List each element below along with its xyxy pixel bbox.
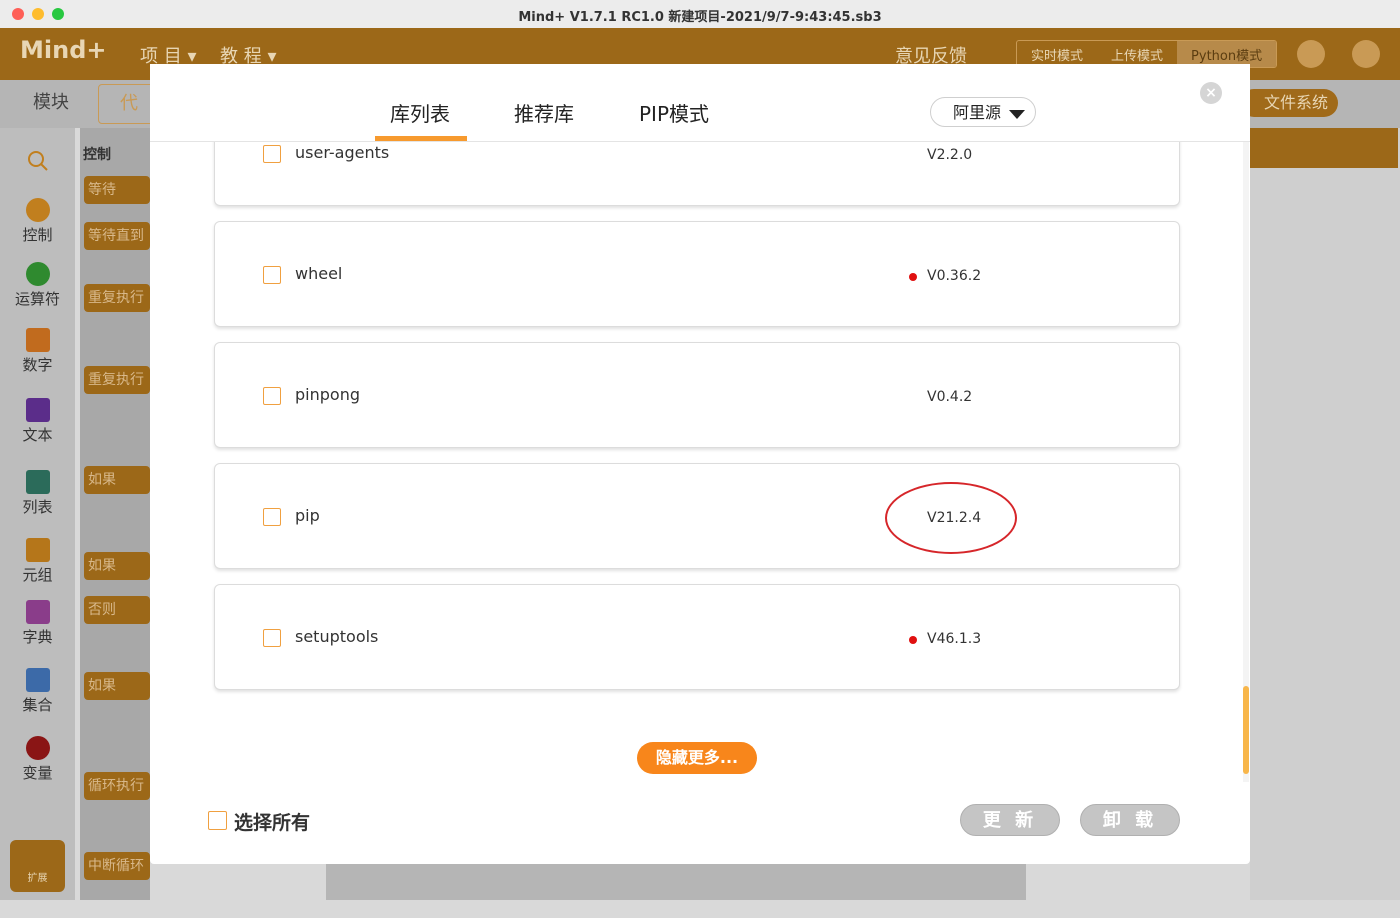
package-list: user-agents V2.2.0 wheel V0.36.2 pinpong V0.4… bbox=[150, 142, 1250, 782]
package-name: pinpong bbox=[295, 385, 360, 404]
category-label: 元组 bbox=[22, 566, 53, 584]
active-tab-indicator bbox=[375, 136, 467, 141]
category-item[interactable]: 列表 bbox=[0, 470, 75, 517]
package-version: V46.1.3 bbox=[927, 631, 982, 647]
right-pane-header bbox=[1250, 128, 1398, 168]
source-value: 阿里源 bbox=[953, 103, 1002, 122]
extension-button[interactable]: 扩展 bbox=[10, 840, 65, 892]
package-name: pip bbox=[295, 506, 320, 525]
palette-block[interactable]: 否则 bbox=[84, 596, 150, 624]
package-name: setuptools bbox=[295, 627, 379, 646]
package-card: user-agents V2.2.0 bbox=[214, 142, 1180, 206]
palette-block[interactable]: 重复执行 bbox=[84, 366, 150, 394]
category-icon bbox=[25, 538, 50, 562]
update-available-dot bbox=[909, 273, 917, 281]
uninstall-button[interactable]: 卸 载 bbox=[1080, 804, 1180, 836]
chevron-down-icon bbox=[1009, 110, 1025, 119]
palette-block[interactable]: 如果 bbox=[84, 552, 150, 580]
select-all-checkbox[interactable] bbox=[208, 811, 227, 830]
window-titlebar: Mind+ V1.7.1 RC1.0 新建项目-2021/9/7-9:43:45… bbox=[0, 0, 1400, 29]
category-icon bbox=[25, 736, 50, 760]
robot-icon[interactable] bbox=[1297, 40, 1325, 68]
category-icon bbox=[25, 668, 50, 692]
package-name: wheel bbox=[295, 264, 343, 283]
category-label: 变量 bbox=[22, 764, 53, 782]
package-card: pip V21.2.4 bbox=[214, 463, 1180, 569]
category-label: 列表 bbox=[22, 498, 53, 516]
category-icon bbox=[25, 198, 50, 222]
package-card: setuptools V46.1.3 bbox=[214, 584, 1180, 690]
category-icon bbox=[25, 398, 50, 422]
library-modal: 库列表 推荐库 PIP模式 阿里源 × user-agents V2.2.0 whe… bbox=[150, 64, 1250, 864]
category-item[interactable]: 文本 bbox=[0, 398, 75, 445]
package-card: pinpong V0.4.2 bbox=[214, 342, 1180, 448]
package-version: V2.2.0 bbox=[927, 147, 973, 163]
category-icon bbox=[25, 262, 50, 286]
palette-block[interactable]: 如果 bbox=[84, 466, 150, 494]
palette-block[interactable]: 循环执行 bbox=[84, 772, 150, 800]
bottom-strip bbox=[326, 864, 1026, 900]
category-label: 数字 bbox=[22, 356, 53, 374]
category-label: 运算符 bbox=[14, 290, 60, 308]
package-checkbox[interactable] bbox=[263, 508, 281, 526]
category-label: 字典 bbox=[22, 628, 53, 646]
package-checkbox[interactable] bbox=[263, 629, 281, 647]
gear-icon[interactable] bbox=[1352, 40, 1380, 68]
package-card: wheel V0.36.2 bbox=[214, 221, 1180, 327]
category-item[interactable]: 控制 bbox=[0, 198, 75, 245]
package-checkbox[interactable] bbox=[263, 145, 281, 163]
app-logo: Mind+ bbox=[20, 36, 107, 64]
category-label: 集合 bbox=[22, 696, 53, 714]
palette-title: 控制 bbox=[83, 147, 111, 163]
file-system-button[interactable]: 文件系统 bbox=[1240, 89, 1338, 117]
package-checkbox[interactable] bbox=[263, 266, 281, 284]
select-all-label: 选择所有 bbox=[234, 812, 311, 834]
palette-block[interactable]: 如果 bbox=[84, 672, 150, 700]
tab-recommended[interactable]: 推荐库 bbox=[514, 98, 574, 127]
highlight-ring bbox=[885, 482, 1017, 554]
category-item[interactable]: 元组 bbox=[0, 538, 75, 585]
palette-block[interactable]: 等待 bbox=[84, 176, 150, 204]
palette-block[interactable]: 中断循环 bbox=[84, 852, 150, 880]
package-version: V0.36.2 bbox=[927, 268, 982, 284]
category-item[interactable]: 数字 bbox=[0, 328, 75, 375]
category-icon bbox=[25, 328, 50, 352]
tab-pip-mode[interactable]: PIP模式 bbox=[639, 98, 709, 127]
category-item[interactable]: 集合 bbox=[0, 668, 75, 715]
update-button[interactable]: 更 新 bbox=[960, 804, 1060, 836]
palette-block[interactable]: 重复执行 bbox=[84, 284, 150, 312]
right-pane bbox=[1250, 128, 1400, 900]
package-version: V0.4.2 bbox=[927, 389, 973, 405]
category-icon bbox=[25, 470, 50, 494]
close-icon[interactable]: × bbox=[1200, 82, 1222, 104]
category-item[interactable]: 运算符 bbox=[0, 262, 75, 309]
palette-block[interactable]: 等待直到 bbox=[84, 222, 150, 250]
package-checkbox[interactable] bbox=[263, 387, 281, 405]
tab-modules[interactable]: 模块 bbox=[6, 86, 96, 120]
modal-header: 库列表 推荐库 PIP模式 阿里源 × bbox=[150, 64, 1250, 142]
category-item[interactable]: 字典 bbox=[0, 600, 75, 647]
category-label: 文本 bbox=[22, 426, 53, 444]
source-select[interactable]: 阿里源 bbox=[930, 97, 1036, 127]
category-label: 控制 bbox=[22, 226, 53, 244]
category-item[interactable]: 变量 bbox=[0, 736, 75, 783]
hide-more-button[interactable]: 隐藏更多... bbox=[637, 742, 757, 774]
category-icon bbox=[25, 600, 50, 624]
search-icon[interactable] bbox=[0, 150, 75, 176]
tab-library-list[interactable]: 库列表 bbox=[390, 98, 450, 127]
window-title: Mind+ V1.7.1 RC1.0 新建项目-2021/9/7-9:43:45… bbox=[518, 10, 882, 25]
package-name: user-agents bbox=[295, 143, 390, 162]
scrollbar-thumb[interactable] bbox=[1243, 686, 1249, 774]
update-available-dot bbox=[909, 636, 917, 644]
